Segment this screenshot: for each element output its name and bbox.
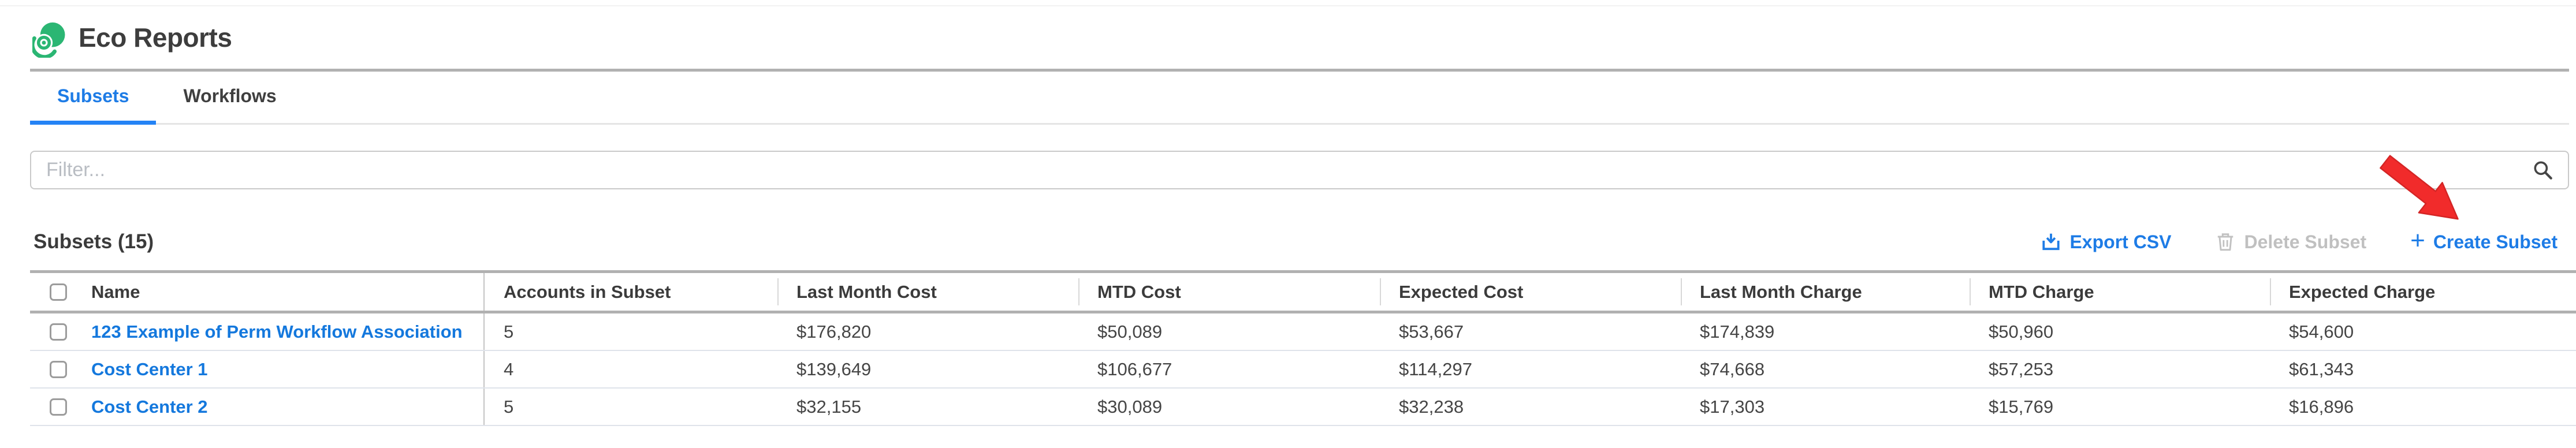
cell-accounts: 5: [485, 322, 777, 342]
cell-expected-charge: $16,896: [2270, 397, 2576, 417]
cell-expected-charge: $61,343: [2270, 359, 2576, 380]
cell-mtd-charge: $50,960: [1970, 322, 2270, 342]
delete-subset-button[interactable]: Delete Subset: [2215, 232, 2366, 253]
cell-last-month-charge: $74,668: [1681, 359, 1970, 380]
cell-last-month-cost: $139,649: [777, 359, 1078, 380]
cell-accounts: 5: [485, 397, 777, 417]
plus-icon: +: [2410, 228, 2425, 253]
table-row: Cost Center 2 5 $32,155 $30,089 $32,238 …: [30, 389, 2576, 426]
export-csv-button[interactable]: Export CSV: [2041, 232, 2171, 253]
column-header-expected-charge: Expected Charge: [2270, 273, 2576, 311]
column-header-name: Name: [91, 282, 140, 303]
column-header-expected-cost: Expected Cost: [1380, 273, 1681, 311]
cell-mtd-charge: $57,253: [1970, 359, 2270, 380]
toolbar-actions: Export CSV Delete Subset + Create Subset: [2041, 229, 2558, 255]
column-header-mtd-cost: MTD Cost: [1078, 273, 1380, 311]
header-name-cell: Name: [30, 273, 485, 311]
download-icon: [2041, 232, 2061, 252]
cell-expected-cost: $114,297: [1380, 359, 1681, 380]
delete-subset-label: Delete Subset: [2244, 232, 2366, 253]
select-all-checkbox[interactable]: [50, 283, 67, 301]
app-header: Eco Reports: [30, 6, 2569, 72]
column-header-accounts: Accounts in Subset: [485, 282, 777, 303]
row-name-cell: 123 Example of Perm Workflow Association: [30, 313, 485, 350]
row-name-cell: Cost Center 2: [30, 389, 485, 425]
cell-last-month-charge: $174,839: [1681, 322, 1970, 342]
row-checkbox[interactable]: [50, 398, 67, 416]
page-title: Eco Reports: [79, 22, 232, 53]
column-header-last-month-cost: Last Month Cost: [777, 273, 1078, 311]
column-header-last-month-charge: Last Month Charge: [1681, 273, 1970, 311]
page: Eco Reports Subsets Workflows Subsets (1…: [0, 0, 2576, 448]
row-checkbox[interactable]: [50, 323, 67, 341]
cell-accounts: 4: [485, 359, 777, 380]
cell-expected-cost: $32,238: [1380, 397, 1681, 417]
cell-mtd-cost: $50,089: [1078, 322, 1380, 342]
create-subset-button[interactable]: + Create Subset: [2410, 229, 2558, 255]
filter-input[interactable]: [31, 159, 2532, 181]
row-checkbox[interactable]: [50, 361, 67, 378]
cell-last-month-charge: $17,303: [1681, 397, 1970, 417]
table-row: 123 Example of Perm Workflow Association…: [30, 313, 2576, 351]
cell-expected-cost: $53,667: [1380, 322, 1681, 342]
create-subset-label: Create Subset: [2433, 232, 2558, 253]
trash-icon: [2215, 232, 2236, 252]
section-bar: Subsets (15) Export CSV: [30, 189, 2569, 270]
tab-subsets-label: Subsets: [57, 85, 129, 107]
section-title: Subsets (15): [33, 230, 154, 253]
top-edge-shadow: [0, 0, 2576, 6]
cell-last-month-cost: $176,820: [777, 322, 1078, 342]
tab-workflows[interactable]: Workflows: [156, 72, 303, 125]
cell-expected-charge: $54,600: [2270, 322, 2576, 342]
subset-name-link[interactable]: 123 Example of Perm Workflow Association: [91, 322, 463, 342]
column-header-mtd-charge: MTD Charge: [1970, 273, 2270, 311]
subset-name-link[interactable]: Cost Center 1: [91, 359, 208, 380]
tab-bar: Subsets Workflows: [30, 72, 2569, 125]
tab-subsets[interactable]: Subsets: [30, 72, 156, 125]
subset-name-link[interactable]: Cost Center 2: [91, 397, 208, 417]
tab-workflows-label: Workflows: [183, 85, 276, 107]
table-row: Cost Center 1 4 $139,649 $106,677 $114,2…: [30, 351, 2576, 389]
cell-mtd-charge: $15,769: [1970, 397, 2270, 417]
subsets-table: Name Accounts in Subset Last Month Cost …: [30, 270, 2576, 426]
eco-logo-icon: [32, 17, 68, 58]
row-name-cell: Cost Center 1: [30, 351, 485, 387]
cell-mtd-cost: $30,089: [1078, 397, 1380, 417]
cell-mtd-cost: $106,677: [1078, 359, 1380, 380]
search-icon[interactable]: [2532, 159, 2554, 181]
export-csv-label: Export CSV: [2069, 232, 2171, 253]
filter-box: [30, 151, 2569, 189]
table-header-row: Name Accounts in Subset Last Month Cost …: [30, 270, 2576, 313]
cell-last-month-cost: $32,155: [777, 397, 1078, 417]
